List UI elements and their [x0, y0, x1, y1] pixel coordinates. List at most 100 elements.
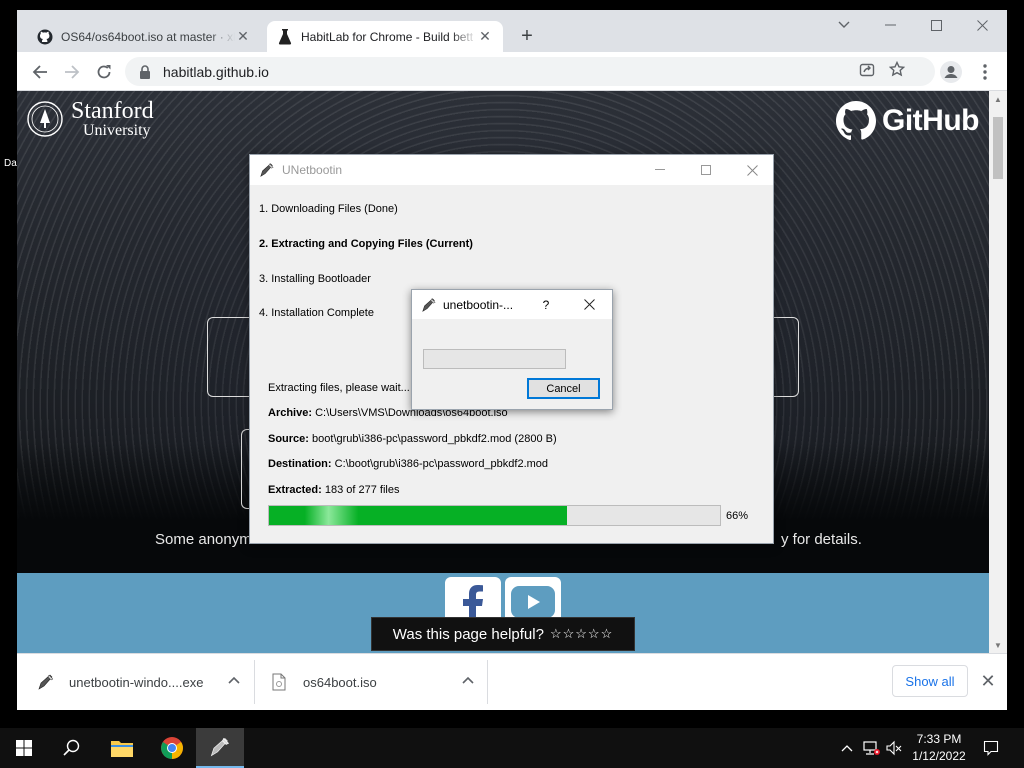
tab-os64-github[interactable]: OS64/os64boot.iso at master · xl ✕: [27, 21, 261, 52]
reload-button[interactable]: [90, 58, 118, 86]
step-1-label: 1. Downloading Files (Done): [259, 203, 398, 215]
rating-stars[interactable]: ☆☆☆☆☆: [550, 626, 613, 642]
step-4-label: 4. Installation Complete: [259, 307, 374, 319]
windows-taskbar: 7:33 PM 1/12/2022: [0, 728, 1024, 768]
close-icon[interactable]: ✕: [235, 28, 251, 45]
scrollbar-thumb[interactable]: [993, 117, 1003, 179]
destination-row: Destination: C:\boot\grub\i386-pc\passwo…: [268, 458, 548, 470]
start-windows-icon[interactable]: [0, 728, 48, 768]
unetbootin-icon: [259, 162, 275, 178]
destination-label: Destination:: [268, 458, 332, 470]
file-explorer-icon[interactable]: [98, 728, 146, 768]
stanford-wordmark-line1: Stanford: [71, 98, 154, 124]
lock-icon[interactable]: [139, 64, 153, 79]
network-icon[interactable]: [860, 728, 882, 768]
divider: [254, 660, 255, 704]
github-wordmark: GitHub: [882, 104, 979, 137]
unetbootin-taskbar-button[interactable]: [196, 728, 244, 768]
dialog-title: unetbootin-...: [443, 297, 514, 312]
step-3-label: 3. Installing Bootloader: [259, 273, 371, 285]
volume-muted-icon[interactable]: [884, 728, 904, 768]
maximize-button[interactable]: [683, 155, 729, 185]
minimize-button[interactable]: [867, 10, 913, 40]
address-bar[interactable]: habitlab.github.io: [125, 57, 935, 86]
page-scrollbar[interactable]: ▲ ▼: [989, 91, 1007, 653]
scroll-up-arrow-icon[interactable]: ▲: [989, 91, 1007, 107]
unetbootin-progress-dialog: unetbootin-... ? Cancel: [411, 289, 613, 410]
hero-caption-right: y for details.: [781, 531, 862, 548]
clock-date: 1/12/2022: [912, 749, 966, 763]
system-clock[interactable]: 7:33 PM 1/12/2022: [902, 731, 976, 765]
browser-toolbar: habitlab.github.io: [17, 52, 1007, 91]
destination-value: C:\boot\grub\i386-pc\password_pbkdf2.mod: [334, 458, 549, 470]
source-row: Source: boot\grub\i386-pc\password_pbkdf…: [268, 433, 557, 445]
share-icon[interactable]: [859, 61, 875, 82]
status-message: Extracting files, please wait...: [268, 382, 410, 394]
download-filename: unetbootin-windo....exe: [69, 674, 204, 690]
tab-strip: OS64/os64boot.iso at master · xl ✕ Habit…: [17, 10, 1007, 52]
stanford-wordmark-line2: University: [83, 122, 151, 139]
back-button[interactable]: [26, 58, 54, 86]
download-item-unetbootin[interactable]: unetbootin-windo....exe: [37, 660, 251, 704]
clock-time: 7:33 PM: [916, 732, 962, 746]
close-window-button[interactable]: [729, 155, 775, 185]
unetbootin-icon: [37, 673, 55, 691]
close-icon[interactable]: ✕: [977, 670, 999, 692]
github-octocat-icon: [836, 101, 877, 141]
divider: [487, 660, 488, 704]
scroll-down-arrow-icon[interactable]: ▼: [989, 637, 1007, 653]
helpful-feedback-bar[interactable]: Was this page helpful? ☆☆☆☆☆: [371, 617, 635, 651]
notifications-icon[interactable]: [980, 728, 1002, 768]
dialog-titlebar[interactable]: unetbootin-... ?: [412, 290, 612, 319]
maximize-button[interactable]: [913, 10, 959, 40]
step-2-label: 2. Extracting and Copying Files (Current…: [259, 238, 473, 250]
minimize-button[interactable]: [637, 155, 683, 185]
github-icon: [37, 29, 53, 45]
window-title: UNetbootin: [282, 163, 343, 177]
stanford-seal-icon: [27, 101, 63, 137]
file-icon: [271, 673, 289, 691]
tab-habitlab[interactable]: HabitLab for Chrome - Build bett ✕: [267, 21, 503, 52]
profile-avatar[interactable]: [937, 58, 965, 86]
extracted-row: Extracted: 183 of 277 files: [268, 484, 399, 496]
progress-fill: [269, 506, 567, 525]
show-hidden-icons-chevron[interactable]: [838, 728, 856, 768]
new-tab-button[interactable]: +: [515, 24, 539, 48]
close-icon[interactable]: ✕: [477, 28, 493, 45]
cancel-button[interactable]: Cancel: [527, 378, 600, 399]
tab-title: HabitLab for Chrome - Build bett: [301, 29, 474, 44]
forward-button[interactable]: [58, 58, 86, 86]
source-label: Source:: [268, 433, 309, 445]
tab-search-icon[interactable]: [821, 10, 867, 40]
dialog-progress-bar: [423, 349, 566, 369]
help-button[interactable]: ?: [536, 290, 556, 319]
extraction-progress-bar: [268, 505, 721, 526]
hero-caption-left: Some anonym: [155, 531, 252, 548]
bookmark-star-icon[interactable]: [888, 60, 906, 82]
flask-icon: [277, 28, 293, 45]
search-icon[interactable]: [48, 728, 96, 768]
extracted-value: 183 of 277 files: [324, 484, 400, 496]
chevron-up-icon[interactable]: [227, 674, 241, 688]
kebab-menu-icon[interactable]: [971, 58, 999, 86]
show-all-button[interactable]: Show all: [892, 665, 968, 697]
url-text: habitlab.github.io: [163, 63, 269, 80]
unetbootin-titlebar[interactable]: UNetbootin: [250, 155, 773, 185]
close-window-button[interactable]: [576, 290, 602, 319]
extracted-label: Extracted:: [268, 484, 322, 496]
desktop-label-fragment: Da: [4, 158, 17, 169]
chevron-up-icon[interactable]: [461, 674, 475, 688]
github-link[interactable]: GitHub: [836, 101, 979, 141]
archive-label: Archive:: [268, 407, 313, 419]
source-value: boot\grub\i386-pc\password_pbkdf2.mod (2…: [312, 433, 557, 445]
close-window-button[interactable]: [959, 10, 1005, 40]
chrome-icon[interactable]: [148, 728, 196, 768]
download-shelf: unetbootin-windo....exe os64boot.iso Sho…: [17, 653, 1007, 710]
download-item-os64boot[interactable]: os64boot.iso: [271, 660, 485, 704]
unetbootin-icon: [421, 297, 437, 313]
tab-title: OS64/os64boot.iso at master · xl: [61, 29, 235, 44]
helpful-question: Was this page helpful?: [392, 625, 544, 643]
download-filename: os64boot.iso: [303, 674, 377, 690]
stanford-logo[interactable]: Stanford University: [27, 99, 154, 139]
progress-percent-label: 66%: [726, 510, 749, 522]
